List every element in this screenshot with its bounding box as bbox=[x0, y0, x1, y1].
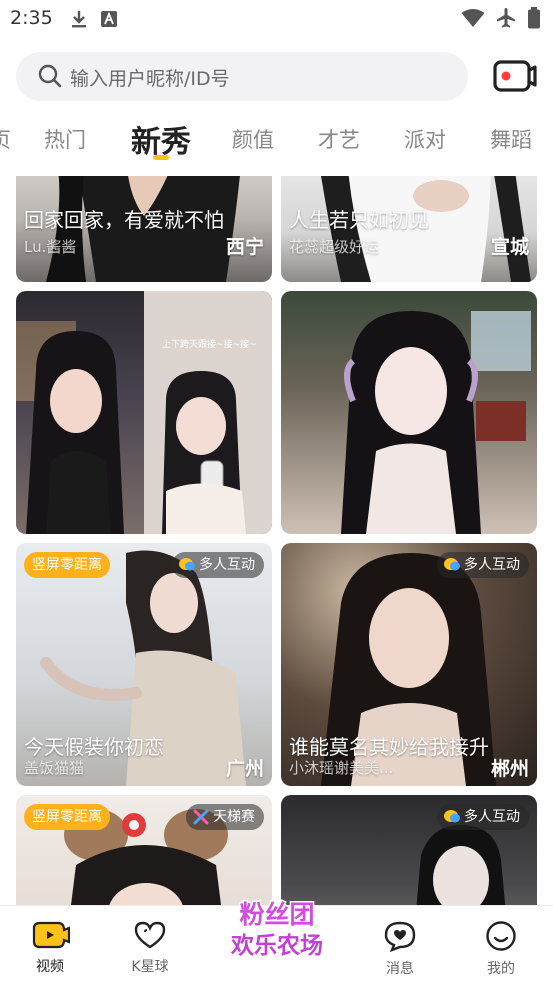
fan-farm-logo-line2: 欢乐农场 bbox=[230, 932, 323, 959]
fan-farm-logo-line1: 粉丝团 bbox=[239, 900, 314, 929]
live-camera-button[interactable] bbox=[492, 58, 538, 94]
airplane-mode-icon bbox=[497, 8, 515, 28]
live-card[interactable]: 多人互动 谁能莫名其妙给我接升 小沐瑶谢美美... 郴州 bbox=[281, 543, 537, 786]
wifi-icon bbox=[461, 9, 485, 27]
card-user: 盖饭猫猫 bbox=[24, 759, 85, 777]
live-card[interactable]: 人生若只如初见 花蕊超级好运 宣城 bbox=[281, 176, 537, 282]
card-title: 今天假装你初恋 bbox=[24, 735, 164, 759]
card-title: 谁能莫名其妙给我接升 bbox=[289, 735, 489, 759]
message-icon bbox=[384, 921, 416, 953]
card-title: 回家回家，有爱就不怕 bbox=[24, 208, 224, 232]
card-title: 人生若只如初见 bbox=[289, 208, 429, 232]
live-feed: 回家回家，有爱就不怕 Lu.酱酱 西宁 人生若只如初见 花蕊超级好运 宣城 上下… bbox=[0, 176, 553, 905]
streamer-photo bbox=[16, 291, 272, 534]
chat-bubble-icon bbox=[444, 810, 460, 823]
card-user: 小沐瑶谢美美... bbox=[289, 759, 394, 777]
ladder-match-badge: 天梯赛 bbox=[186, 804, 264, 830]
streamer-photo bbox=[341, 311, 531, 534]
status-time: 2:35 bbox=[10, 7, 53, 29]
tab-appearance[interactable]: 颜值 bbox=[232, 124, 274, 154]
chat-bubble-icon bbox=[444, 558, 460, 571]
chat-bubble-icon bbox=[179, 558, 195, 571]
live-card[interactable]: 回家回家，有爱就不怕 Lu.酱酱 西宁 bbox=[16, 176, 272, 282]
download-icon bbox=[72, 11, 86, 28]
tab-party[interactable]: 派对 bbox=[404, 124, 446, 154]
portrait-mode-badge: 竖屏零距离 bbox=[24, 552, 110, 578]
nav-profile[interactable]: 我的 bbox=[466, 920, 536, 978]
nav-k-planet[interactable]: K星球 bbox=[115, 920, 185, 976]
card-user: Lu.酱酱 bbox=[24, 238, 77, 256]
card-user: 花蕊超级好运 bbox=[289, 238, 380, 256]
live-card[interactable] bbox=[281, 291, 537, 534]
multi-interaction-badge: 多人互动 bbox=[172, 552, 264, 578]
search-placeholder: 输入用户昵称/ID号 bbox=[70, 68, 230, 90]
app-notification-icon bbox=[101, 11, 117, 27]
status-bar: 2:35 bbox=[0, 0, 553, 40]
card-city: 郴州 bbox=[490, 758, 529, 780]
profile-icon bbox=[486, 921, 516, 951]
card-city: 西宁 bbox=[225, 236, 264, 258]
live-card[interactable]: 竖屏零距离 多人互动 今天假装你初恋 盖饭猫猫 广州 bbox=[16, 543, 272, 786]
category-tabs: 页 热门 新秀 颜值 才艺 派对 舞蹈 bbox=[0, 112, 553, 166]
stream-overlay-text: 上下跨天跟接~接~接~ bbox=[162, 340, 257, 350]
video-icon bbox=[32, 921, 71, 949]
card-city: 宣城 bbox=[490, 236, 529, 258]
active-tab-indicator bbox=[153, 155, 169, 160]
search-icon bbox=[38, 64, 62, 88]
tab-talent[interactable]: 才艺 bbox=[318, 124, 360, 154]
live-card[interactable]: 多人互动 bbox=[281, 795, 537, 905]
multi-interaction-badge: 多人互动 bbox=[437, 804, 529, 830]
nav-video[interactable]: 视频 bbox=[15, 920, 85, 976]
heart-icon bbox=[134, 921, 166, 949]
multi-interaction-badge: 多人互动 bbox=[437, 552, 529, 578]
fan-farm-logo[interactable]: 粉丝团 欢乐农场 bbox=[220, 895, 334, 965]
battery-icon bbox=[528, 7, 540, 29]
tab-partial[interactable]: 页 bbox=[0, 124, 11, 154]
tab-dance[interactable]: 舞蹈 bbox=[490, 124, 532, 154]
crossed-swords-icon bbox=[193, 809, 209, 825]
nav-messages[interactable]: 消息 bbox=[365, 920, 435, 978]
portrait-mode-badge: 竖屏零距离 bbox=[24, 804, 110, 830]
live-card[interactable]: 竖屏零距离 天梯赛 bbox=[16, 795, 272, 905]
card-city: 广州 bbox=[225, 758, 264, 780]
live-card[interactable]: 上下跨天跟接~接~接~ bbox=[16, 291, 272, 534]
tab-hot[interactable]: 热门 bbox=[44, 124, 86, 154]
